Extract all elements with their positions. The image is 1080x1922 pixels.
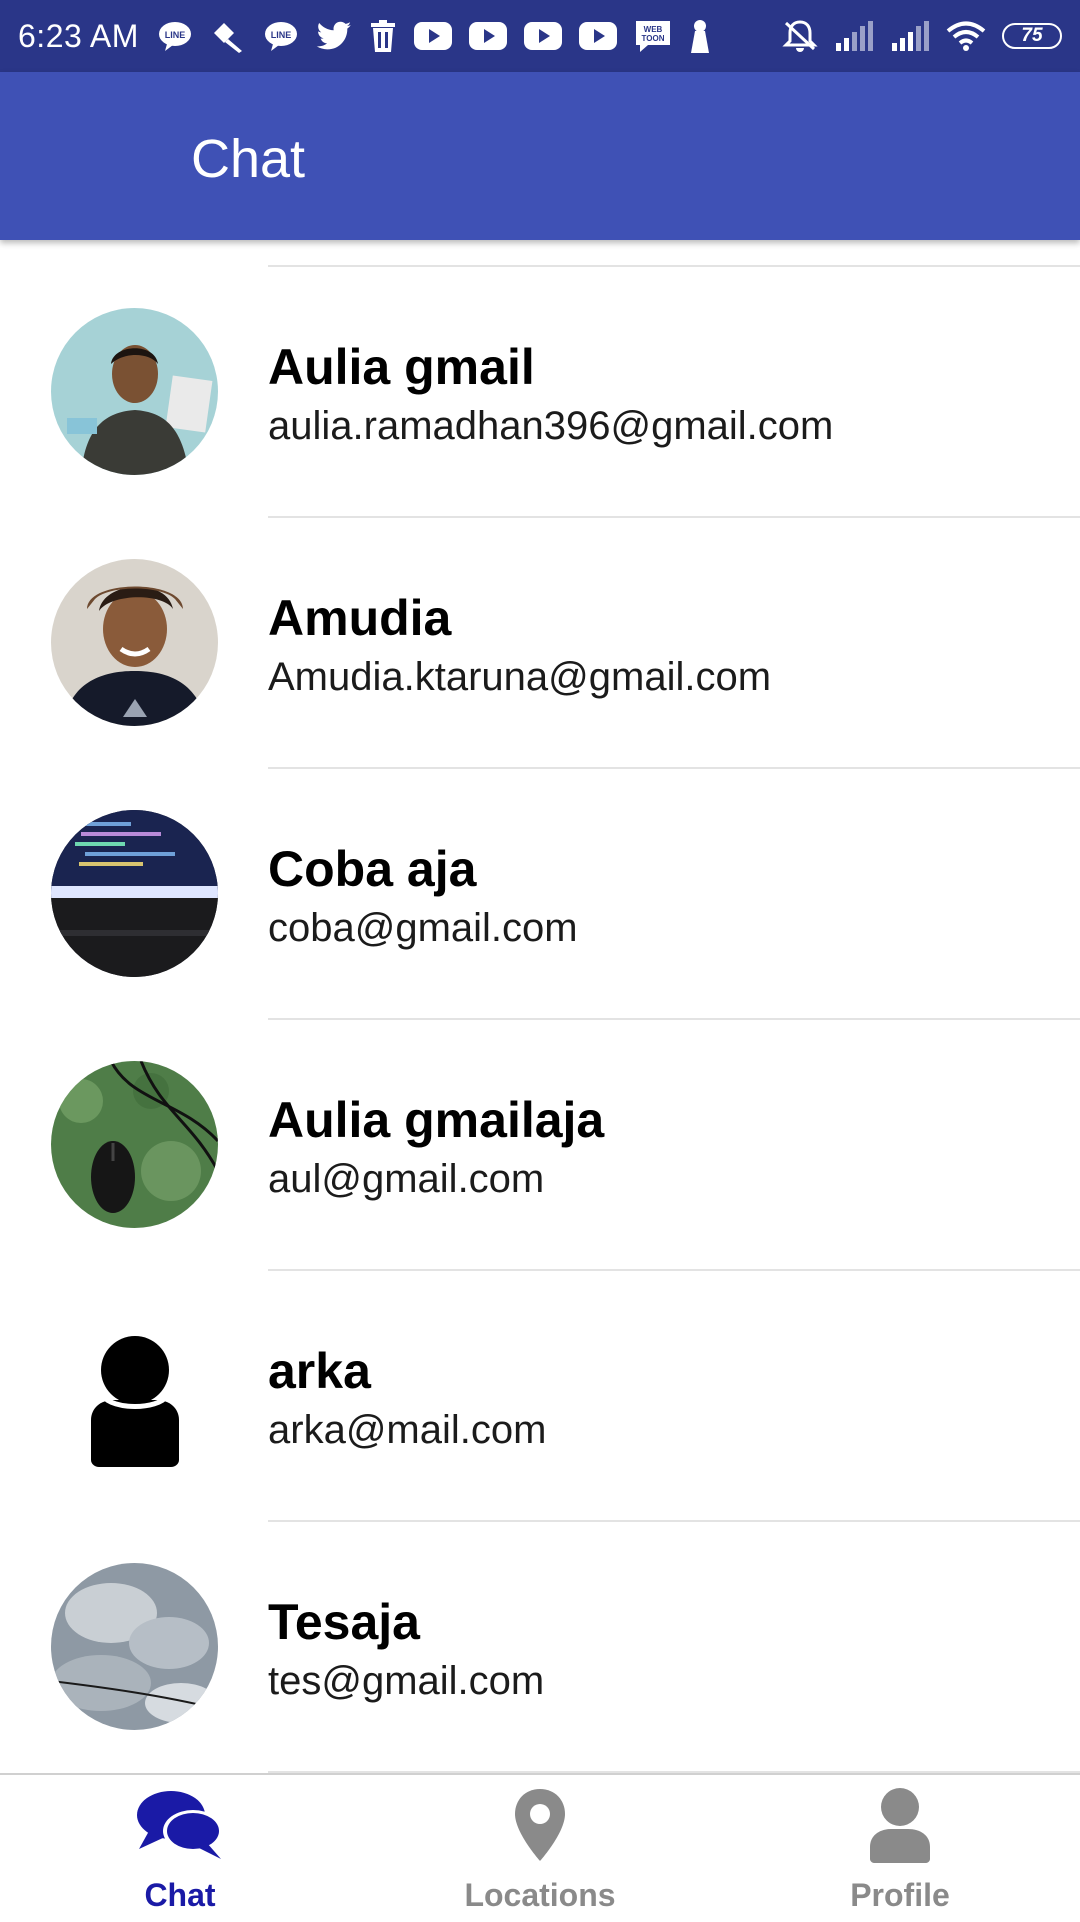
avatar	[51, 1061, 218, 1228]
youtube-icon	[578, 22, 617, 50]
contact-email: aulia.ramadhan396@gmail.com	[268, 404, 834, 448]
location-pin-icon	[513, 1787, 567, 1868]
contact-name: Amudia	[268, 590, 452, 646]
contact-name: arka	[268, 1343, 371, 1399]
contact-email: coba@gmail.com	[268, 906, 578, 950]
contact-row[interactable]: arka arka@mail.com	[0, 1270, 1080, 1520]
pen-icon	[213, 23, 242, 53]
app-bar: Chat	[0, 72, 1080, 240]
contact-row[interactable]: Tesaja tes@gmail.com	[0, 1521, 1080, 1771]
youtube-icon	[413, 22, 452, 50]
webtoon-icon: WEBTOON	[635, 21, 670, 52]
svg-text:WEB: WEB	[644, 25, 663, 34]
youtube-icon	[468, 22, 507, 50]
system-icons: 75	[782, 19, 1062, 53]
nav-item-locations[interactable]: Locations	[360, 1775, 720, 1922]
contact-name: Aulia gmail	[268, 339, 535, 395]
page-title: Chat	[191, 129, 306, 189]
nav-item-chat[interactable]: Chat	[0, 1775, 360, 1922]
line-icon: LINE	[264, 22, 297, 51]
contact-list[interactable]: Aulia gmail aulia.ramadhan396@gmail.com …	[0, 240, 1080, 1773]
signal-icon	[892, 21, 929, 51]
contact-name: Aulia gmailaja	[268, 1092, 605, 1148]
youtube-icon	[523, 22, 562, 50]
contact-row[interactable]: Coba aja coba@gmail.com	[0, 768, 1080, 1018]
status-bar: 6:23 AM LINE LINE WEB TOON 75	[0, 0, 1080, 72]
twitter-icon	[316, 21, 351, 50]
svg-text:TOON: TOON	[641, 34, 664, 43]
contact-email: arka@mail.com	[268, 1408, 547, 1452]
contact-email: tes@gmail.com	[268, 1659, 545, 1703]
nav-label: Profile	[850, 1877, 950, 1913]
avatar	[51, 1563, 218, 1730]
avatar	[51, 308, 218, 475]
signal-icon	[836, 21, 873, 51]
contact-name: Tesaja	[268, 1594, 420, 1650]
battery-level: 75	[1021, 25, 1043, 46]
avatar	[51, 810, 218, 977]
trash-icon	[370, 20, 395, 52]
contact-row[interactable]: Aulia gmailaja aul@gmail.com	[0, 1019, 1080, 1269]
bottom-navigation: Chat Locations Profile	[0, 1773, 1080, 1920]
chat-bubbles-icon	[135, 1787, 225, 1868]
svg-text:LINE: LINE	[165, 30, 186, 40]
battery-indicator: 75	[1002, 23, 1062, 49]
status-time: 6:23 AM	[18, 17, 139, 54]
contact-row[interactable]: Aulia gmail aulia.ramadhan396@gmail.com	[0, 266, 1080, 516]
default-person-icon	[51, 1312, 218, 1479]
wifi-icon	[946, 21, 986, 51]
tower-icon	[690, 20, 709, 53]
notification-icons: LINE LINE WEB TOON	[157, 19, 711, 53]
avatar	[51, 559, 218, 726]
nav-item-profile[interactable]: Profile	[720, 1775, 1080, 1922]
nav-label: Chat	[144, 1877, 216, 1913]
mute-icon	[782, 20, 818, 52]
contact-row[interactable]: Amudia Amudia.ktaruna@gmail.com	[0, 517, 1080, 767]
contact-name: Coba aja	[268, 841, 477, 897]
line-icon: LINE	[158, 22, 191, 51]
nav-label: Locations	[464, 1877, 616, 1913]
contact-email: aul@gmail.com	[268, 1157, 545, 1201]
svg-text:LINE: LINE	[271, 30, 292, 40]
person-icon	[868, 1787, 932, 1868]
contact-email: Amudia.ktaruna@gmail.com	[268, 655, 772, 699]
